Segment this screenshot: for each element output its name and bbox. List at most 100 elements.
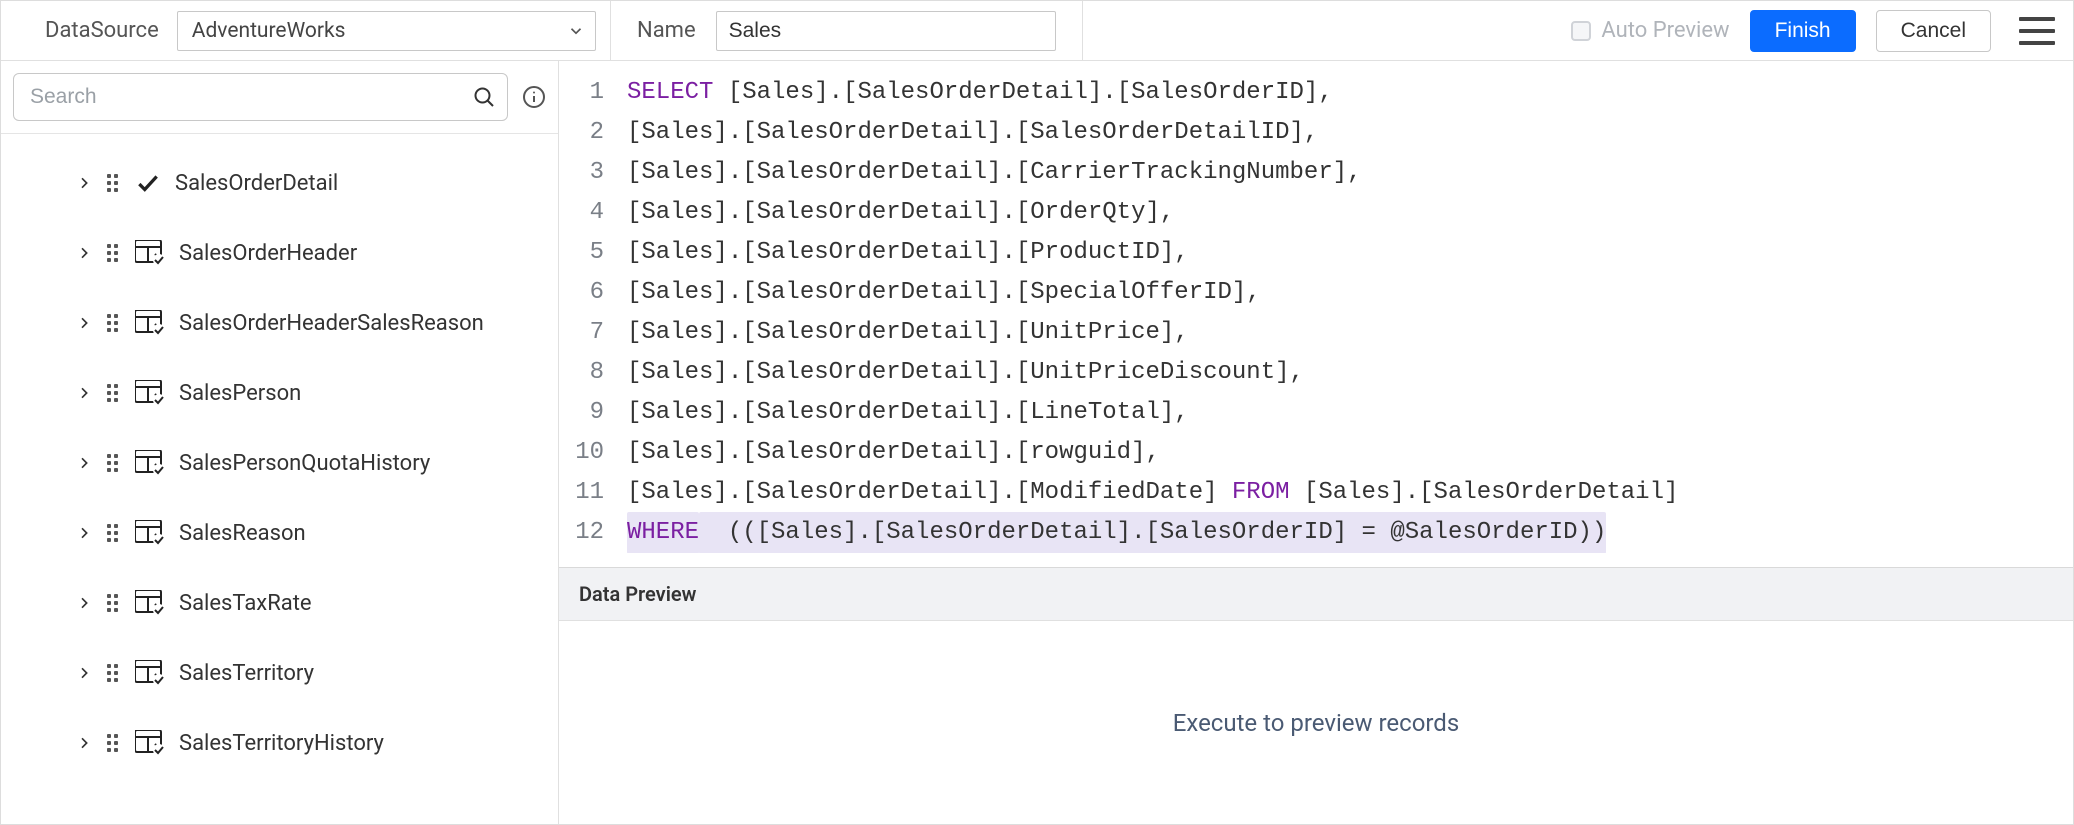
line-number: 4	[559, 193, 604, 233]
drag-handle-icon[interactable]	[107, 664, 121, 682]
tree-item[interactable]: SalesPersonQuotaHistory	[1, 428, 558, 498]
tree-item[interactable]: SalesOrderHeaderSalesReason	[1, 288, 558, 358]
topbar-actions: Auto Preview Finish Cancel	[1083, 10, 2073, 52]
info-icon[interactable]	[522, 85, 546, 109]
line-number: 11	[559, 473, 604, 513]
cancel-button[interactable]: Cancel	[1876, 10, 1991, 52]
chevron-right-icon[interactable]	[75, 244, 93, 262]
line-number: 6	[559, 273, 604, 313]
search-icon	[472, 85, 496, 109]
tree-item[interactable]: SalesPerson	[1, 358, 558, 428]
datasource-value: AdventureWorks	[192, 19, 346, 43]
chevron-right-icon[interactable]	[75, 594, 93, 612]
tree-item[interactable]: SalesTaxRate	[1, 568, 558, 638]
tree-item-label: SalesTerritory	[179, 661, 314, 686]
menu-icon[interactable]	[2019, 17, 2055, 45]
table-icon	[135, 730, 165, 756]
search-wrap	[13, 73, 508, 121]
code-line[interactable]: [Sales].[SalesOrderDetail].[ModifiedDate…	[627, 473, 2073, 513]
tree-item[interactable]: SalesOrderDetail	[1, 148, 558, 218]
search-row	[1, 61, 558, 134]
tree-item[interactable]: SalesTerritoryHistory	[1, 708, 558, 778]
data-preview-header: Data Preview	[559, 568, 2073, 621]
finish-button[interactable]: Finish	[1750, 10, 1856, 52]
code-line[interactable]: SELECT [Sales].[SalesOrderDetail].[Sales…	[627, 73, 2073, 113]
tree-item-label: SalesTerritoryHistory	[179, 731, 384, 756]
line-number: 5	[559, 233, 604, 273]
code-line[interactable]: [Sales].[SalesOrderDetail].[SpecialOffer…	[627, 273, 2073, 313]
schema-tree[interactable]: SalesOrderDetail SalesOrderHeader SalesOrd…	[1, 134, 558, 824]
name-label: Name	[637, 18, 696, 43]
code-line[interactable]: [Sales].[SalesOrderDetail].[UnitPriceDis…	[627, 353, 2073, 393]
chevron-right-icon[interactable]	[75, 384, 93, 402]
chevron-right-icon[interactable]	[75, 314, 93, 332]
line-gutter: 123456789101112	[559, 73, 617, 553]
drag-handle-icon[interactable]	[107, 384, 121, 402]
tree-item-label: SalesPersonQuotaHistory	[179, 451, 430, 476]
sql-editor[interactable]: 123456789101112 SELECT [Sales].[SalesOrd…	[559, 61, 2073, 553]
search-input[interactable]	[13, 73, 508, 121]
datasource-dropdown[interactable]: AdventureWorks	[177, 11, 596, 51]
tree-item[interactable]: SalesTerritory	[1, 638, 558, 708]
chevron-right-icon[interactable]	[75, 734, 93, 752]
tree-item-label: SalesPerson	[179, 381, 301, 406]
drag-handle-icon[interactable]	[107, 244, 121, 262]
code-area[interactable]: SELECT [Sales].[SalesOrderDetail].[Sales…	[617, 73, 2073, 553]
drag-handle-icon[interactable]	[107, 594, 121, 612]
checkbox-icon	[1571, 21, 1591, 41]
chevron-right-icon[interactable]	[75, 174, 93, 192]
code-line[interactable]: [Sales].[SalesOrderDetail].[SalesOrderDe…	[627, 113, 2073, 153]
chevron-right-icon[interactable]	[75, 454, 93, 472]
chevron-down-icon	[567, 22, 585, 40]
name-section: Name	[611, 1, 1083, 60]
drag-handle-icon[interactable]	[107, 734, 121, 752]
code-line[interactable]: [Sales].[SalesOrderDetail].[CarrierTrack…	[627, 153, 2073, 193]
tree-item-label: SalesReason	[179, 521, 306, 546]
auto-preview-toggle[interactable]: Auto Preview	[1571, 18, 1729, 43]
line-number: 2	[559, 113, 604, 153]
code-line[interactable]: [Sales].[SalesOrderDetail].[UnitPrice],	[627, 313, 2073, 353]
query-designer: DataSource AdventureWorks Name Auto Prev…	[0, 0, 2074, 825]
line-number: 1	[559, 73, 604, 113]
line-number: 3	[559, 153, 604, 193]
code-line[interactable]: [Sales].[SalesOrderDetail].[OrderQty],	[627, 193, 2073, 233]
code-line[interactable]: WHERE (([Sales].[SalesOrderDetail].[Sale…	[627, 513, 2073, 553]
check-icon	[135, 170, 161, 196]
line-number: 7	[559, 313, 604, 353]
name-input[interactable]	[716, 11, 1056, 51]
drag-handle-icon[interactable]	[107, 454, 121, 472]
data-preview-body: Execute to preview records	[559, 621, 2073, 824]
main: SalesOrderDetail SalesOrderHeader SalesOrd…	[1, 61, 2073, 824]
tree-item[interactable]: SalesOrderHeader	[1, 218, 558, 288]
drag-handle-icon[interactable]	[107, 524, 121, 542]
table-icon	[135, 660, 165, 686]
preview-empty-text: Execute to preview records	[1173, 709, 1459, 737]
code-line[interactable]: [Sales].[SalesOrderDetail].[rowguid],	[627, 433, 2073, 473]
data-preview-panel: Data Preview Execute to preview records	[559, 567, 2073, 824]
table-icon	[135, 520, 165, 546]
chevron-right-icon[interactable]	[75, 524, 93, 542]
drag-handle-icon[interactable]	[107, 174, 121, 192]
line-number: 9	[559, 393, 604, 433]
table-icon	[135, 590, 165, 616]
datasource-label: DataSource	[45, 18, 159, 43]
drag-handle-icon[interactable]	[107, 314, 121, 332]
line-number: 12	[559, 513, 604, 553]
tree-item-label: SalesOrderDetail	[175, 171, 338, 196]
table-icon	[135, 380, 165, 406]
tree-item-label: SalesOrderHeader	[179, 241, 357, 266]
line-number: 8	[559, 353, 604, 393]
tree-item[interactable]: SalesReason	[1, 498, 558, 568]
table-icon	[135, 240, 165, 266]
line-number: 10	[559, 433, 604, 473]
sidebar: SalesOrderDetail SalesOrderHeader SalesOrd…	[1, 61, 559, 824]
table-icon	[135, 450, 165, 476]
code-line[interactable]: [Sales].[SalesOrderDetail].[ProductID],	[627, 233, 2073, 273]
content: 123456789101112 SELECT [Sales].[SalesOrd…	[559, 61, 2073, 824]
chevron-right-icon[interactable]	[75, 664, 93, 682]
topbar: DataSource AdventureWorks Name Auto Prev…	[1, 1, 2073, 61]
tree-item-label: SalesOrderHeaderSalesReason	[179, 311, 484, 336]
datasource-section: DataSource AdventureWorks	[1, 1, 611, 60]
code-line[interactable]: [Sales].[SalesOrderDetail].[LineTotal],	[627, 393, 2073, 433]
table-icon	[135, 310, 165, 336]
